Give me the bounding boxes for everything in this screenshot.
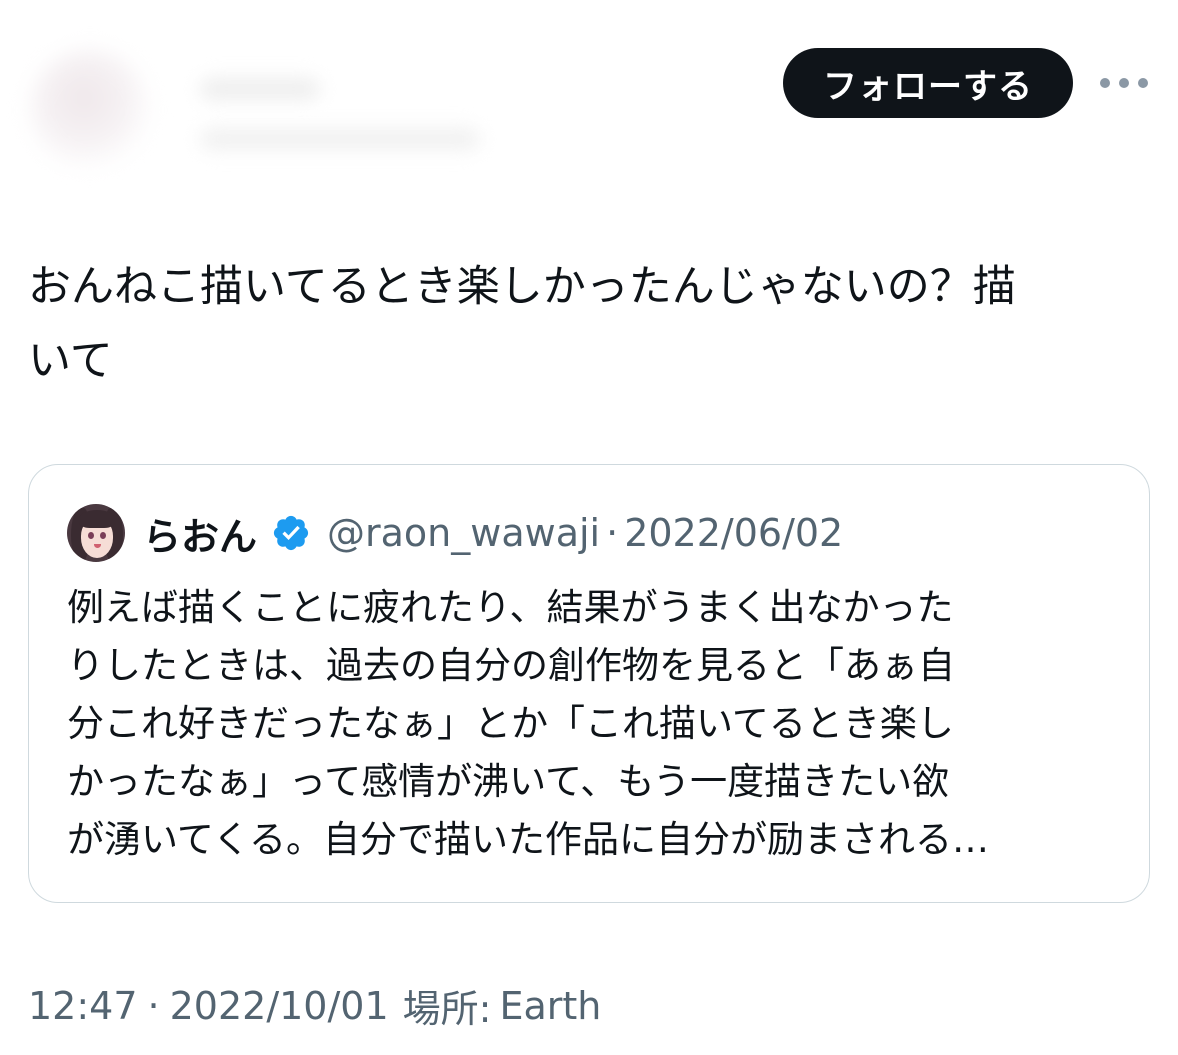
- separator-dot: ·: [606, 511, 619, 555]
- tweet-meta: 12:47 · 2022/10/01 場所: Earth: [28, 978, 601, 1033]
- quoted-author-avatar[interactable]: [67, 504, 125, 562]
- tweet-header: フォローする: [0, 0, 1178, 200]
- tweet-text: おんねこ描いてるとき楽しかったんじゃないの？描 いて: [28, 262, 1016, 386]
- more-dot: [1100, 78, 1110, 88]
- quoted-author-name[interactable]: らおん: [143, 506, 257, 561]
- quoted-author-handle[interactable]: @raon_wawaji: [327, 511, 600, 555]
- quoted-tweet-date[interactable]: 2022/06/02: [624, 511, 843, 555]
- location-value: Earth: [499, 983, 602, 1028]
- separator-dot: ·: [147, 983, 160, 1028]
- more-dot: [1138, 78, 1148, 88]
- more-horizontal-icon[interactable]: [1100, 70, 1148, 96]
- more-dot: [1119, 78, 1129, 88]
- quoted-tweet-text: 例えば描くことに疲れたり、結果がうまく出なかった りしたときは、過去の自分の創作…: [67, 586, 990, 861]
- verified-badge-icon: [273, 515, 309, 551]
- tweet-time[interactable]: 12:47: [28, 984, 138, 1028]
- follow-button[interactable]: フォローする: [783, 48, 1073, 118]
- tweet-date[interactable]: 2022/10/01: [170, 984, 389, 1028]
- location-label: 場所:: [402, 987, 492, 1031]
- quoted-tweet-header: らおん @raon_wawaji · 2022/06/02: [67, 503, 843, 563]
- author-name-blurred[interactable]: [200, 78, 320, 100]
- author-handle-blurred: [200, 128, 480, 150]
- quoted-tweet-card[interactable]: らおん @raon_wawaji · 2022/06/02 例えば描くことに疲れ…: [28, 464, 1150, 903]
- author-avatar-blurred[interactable]: [30, 50, 150, 170]
